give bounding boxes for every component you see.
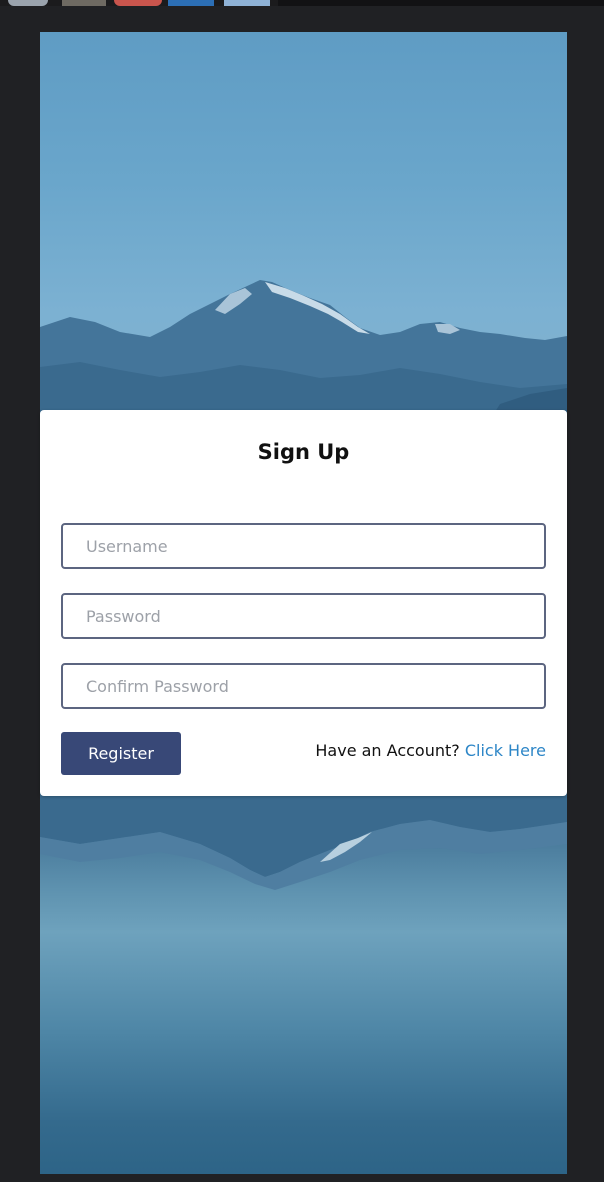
taskbar-app-icon[interactable] [168,0,214,6]
click-here-link[interactable]: Click Here [465,741,546,760]
signup-title: Sign Up [257,440,350,464]
signup-card: Sign Up Register Have an Account? Click … [40,410,567,796]
have-account-line: Have an Account? Click Here [315,741,546,760]
taskbar-app-icon[interactable] [8,0,48,6]
taskbar-app-icon[interactable] [62,0,106,6]
password-input[interactable] [61,593,546,639]
register-button[interactable]: Register [61,732,181,775]
confirm-password-input[interactable] [61,663,546,709]
username-input[interactable] [61,523,546,569]
taskbar-empty-area [278,0,604,6]
taskbar-app-icon[interactable] [224,0,270,6]
taskbar-app-icon[interactable] [114,0,162,6]
taskbar-strip [0,0,604,6]
have-account-text: Have an Account? [315,741,460,760]
